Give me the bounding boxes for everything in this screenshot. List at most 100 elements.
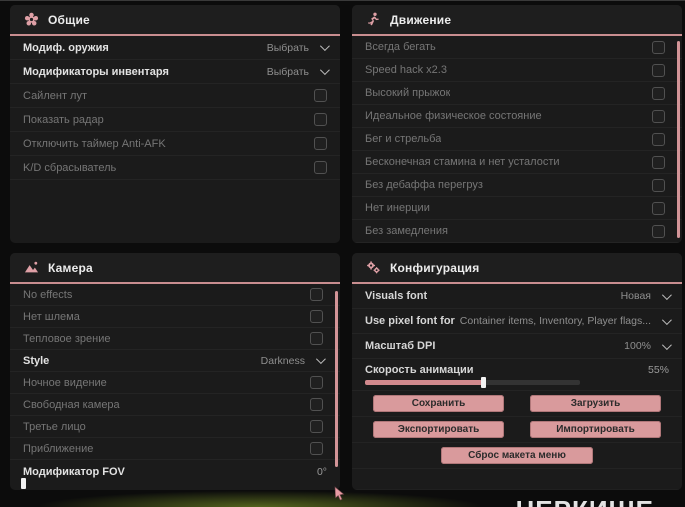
empty-row xyxy=(352,469,682,490)
setting-row[interactable]: Сайлент лут xyxy=(10,84,340,108)
checkbox[interactable] xyxy=(310,288,323,301)
panel-general: Общие Модиф. оружия Выбрать Модификаторы… xyxy=(10,5,340,243)
setting-label: Бесконечная стамина и нет усталости xyxy=(365,156,560,168)
setting-row[interactable]: Бесконечная стамина и нет усталости xyxy=(352,151,682,174)
slider-handle[interactable] xyxy=(481,377,487,388)
checkbox[interactable] xyxy=(652,132,665,146)
setting-row[interactable]: Speed hack x2.3 xyxy=(352,59,682,82)
gears-icon xyxy=(367,261,380,274)
checkbox[interactable] xyxy=(314,137,327,150)
setting-row[interactable]: Высокий прыжок xyxy=(352,82,682,105)
scrollbar[interactable] xyxy=(677,41,680,238)
setting-row[interactable]: No effects xyxy=(10,284,340,306)
checkbox[interactable] xyxy=(310,420,323,433)
slider-fill xyxy=(365,380,484,385)
setting-row[interactable]: K/D сбрасыватель xyxy=(10,156,340,180)
setting-row[interactable]: Style Darkness xyxy=(10,350,340,372)
checkbox[interactable] xyxy=(310,332,323,345)
checkbox[interactable] xyxy=(652,155,665,169)
panel-movement-header: Движение xyxy=(352,5,682,36)
checkbox[interactable] xyxy=(652,40,665,54)
setting-row[interactable]: Ночное видение xyxy=(10,372,340,394)
setting-row[interactable]: Всегда бегать xyxy=(352,36,682,59)
dropdown[interactable]: Container items, Inventory, Player flags… xyxy=(460,314,672,327)
setting-row[interactable]: Без дебаффа перегруз xyxy=(352,174,682,197)
setting-label: Высокий прыжок xyxy=(365,87,451,99)
setting-label: Показать радар xyxy=(23,113,104,126)
chevron-down-icon xyxy=(315,354,326,365)
import-button[interactable]: Импортировать xyxy=(530,421,661,438)
checkbox[interactable] xyxy=(310,310,323,323)
panel-title: Движение xyxy=(390,12,452,27)
setting-label: Бег и стрельба xyxy=(365,133,442,145)
checkbox[interactable] xyxy=(314,113,327,126)
setting-row[interactable]: Показать радар xyxy=(10,108,340,132)
checkbox[interactable] xyxy=(310,398,323,411)
setting-row[interactable]: Бег и стрельба xyxy=(352,128,682,151)
reset-menu-layout-button[interactable]: Сброс макета меню xyxy=(441,447,593,464)
setting-row[interactable]: Нет инерции xyxy=(352,197,682,220)
setting-label: Свободная камера xyxy=(23,398,120,411)
watermark-text: ЧЕРКИШЕ xyxy=(516,495,654,507)
checkbox[interactable] xyxy=(310,376,323,389)
setting-row[interactable]: Модификаторы инвентаря Выбрать xyxy=(10,60,340,84)
fov-slider-row[interactable]: Модификатор FOV 0° xyxy=(10,460,340,490)
checkbox[interactable] xyxy=(314,89,327,102)
checkbox[interactable] xyxy=(652,109,665,123)
checkbox[interactable] xyxy=(652,201,665,215)
setting-row[interactable]: Без замедления xyxy=(352,220,682,243)
button-row: Сохранить Загрузить xyxy=(352,391,682,417)
fov-slider-handle[interactable] xyxy=(21,477,26,489)
setting-row[interactable]: Visuals font Новая xyxy=(352,284,682,309)
setting-row[interactable]: Масштаб DPI 100% xyxy=(352,334,682,359)
setting-row[interactable]: Модиф. оружия Выбрать xyxy=(10,36,340,60)
export-button[interactable]: Экспортировать xyxy=(373,421,504,438)
chevron-down-icon xyxy=(661,339,672,350)
checkbox[interactable] xyxy=(652,224,665,238)
setting-row[interactable]: Свободная камера xyxy=(10,394,340,416)
setting-label: Приближение xyxy=(23,442,94,455)
setting-row[interactable]: Идеальное физическое состояние xyxy=(352,105,682,128)
mod-menu-overlay: Общие Модиф. оружия Выбрать Модификаторы… xyxy=(0,0,685,507)
setting-label: Use pixel font for xyxy=(365,315,455,327)
panel-title: Конфигурация xyxy=(390,260,480,275)
dropdown[interactable]: Новая xyxy=(621,289,672,302)
setting-label: Всегда бегать xyxy=(365,41,436,53)
setting-label: Style xyxy=(23,354,50,367)
checkbox[interactable] xyxy=(652,86,665,100)
setting-row[interactable]: Use pixel font for Container items, Inve… xyxy=(352,309,682,334)
slider-track[interactable] xyxy=(365,377,580,388)
dropdown[interactable]: 100% xyxy=(624,339,672,352)
dropdown[interactable]: Выбрать xyxy=(267,41,330,54)
game-background-glow xyxy=(40,491,480,507)
setting-label: Ночное видение xyxy=(23,376,107,389)
scrollbar[interactable] xyxy=(335,291,338,467)
fov-slider-value: 0° xyxy=(316,465,327,478)
dropdown-value: Darkness xyxy=(260,354,305,367)
button-row: Сброс макета меню xyxy=(352,443,682,469)
fov-slider-track[interactable] xyxy=(21,477,323,489)
fov-slider-label: Модификатор FOV xyxy=(23,465,125,478)
load-button[interactable]: Загрузить xyxy=(530,395,661,412)
dropdown[interactable]: Выбрать xyxy=(267,65,330,78)
setting-label: Масштаб DPI xyxy=(365,340,436,352)
setting-row[interactable]: Приближение xyxy=(10,438,340,460)
setting-label: Нет шлема xyxy=(23,310,80,323)
checkbox[interactable] xyxy=(314,161,327,174)
checkbox[interactable] xyxy=(310,442,323,455)
animation-speed-slider-row[interactable]: Скорость анимации 55% xyxy=(352,359,682,391)
setting-row[interactable]: Нет шлема xyxy=(10,306,340,328)
slider-label: Скорость анимации xyxy=(365,364,474,376)
checkbox[interactable] xyxy=(652,178,665,192)
setting-row[interactable]: Тепловое зрение xyxy=(10,328,340,350)
checkbox[interactable] xyxy=(652,63,665,77)
setting-row[interactable]: Отключить таймер Anti-AFK xyxy=(10,132,340,156)
panel-movement-rows: Всегда бегать Speed hack x2.3 Высокий пр… xyxy=(352,36,682,243)
save-button[interactable]: Сохранить xyxy=(373,395,504,412)
dropdown-value: 100% xyxy=(624,340,651,352)
panel-general-header: Общие xyxy=(10,5,340,36)
setting-row[interactable]: Третье лицо xyxy=(10,416,340,438)
setting-label: Модиф. оружия xyxy=(23,41,109,54)
dropdown[interactable]: Darkness xyxy=(260,354,326,367)
setting-label: Без дебаффа перегруз xyxy=(365,179,483,191)
